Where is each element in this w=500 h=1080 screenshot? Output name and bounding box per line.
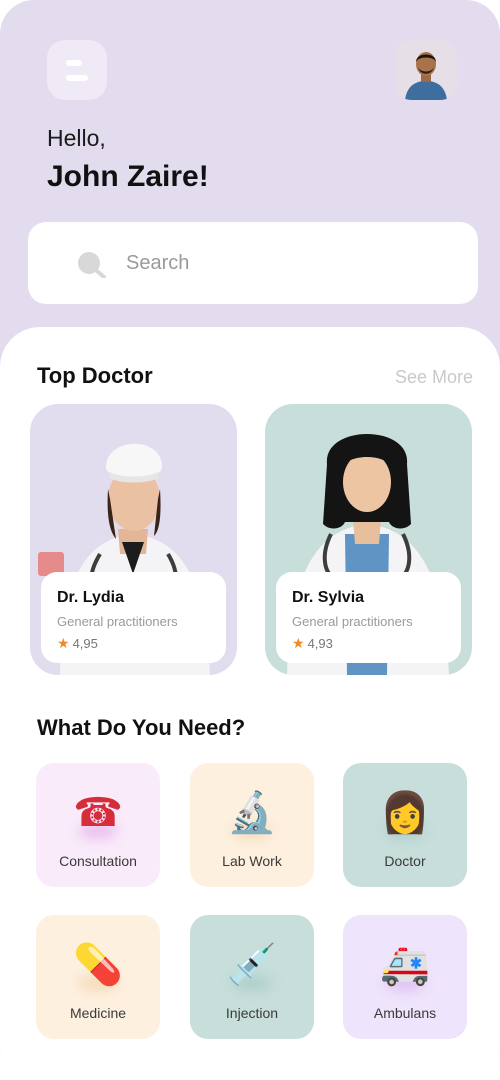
ambulance-icon: 🚑: [380, 942, 430, 988]
service-tile-doctor[interactable]: 👩 Doctor: [343, 763, 467, 887]
service-label: Lab Work: [222, 853, 282, 869]
needs-heading: What Do You Need?: [37, 715, 246, 740]
doctor-card-lydia[interactable]: Dr. Lydia General practitioners ★ 4,95: [30, 404, 237, 675]
star-icon: ★: [57, 635, 70, 651]
menu-icon: [66, 59, 82, 66]
service-tile-lab-work[interactable]: 🔬 Lab Work: [190, 763, 314, 887]
doctor-info-sylvia: Dr. Sylvia General practitioners ★ 4,93: [276, 572, 461, 663]
doctor-rating: ★ 4,95: [57, 635, 210, 652]
service-label: Injection: [225, 1005, 279, 1021]
service-label: Consultation: [59, 853, 137, 869]
microscope-icon: 🔬: [227, 790, 277, 836]
pill-icon: 💊: [73, 942, 123, 988]
doctor-card-sylvia[interactable]: Dr. Sylvia General practitioners ★ 4,93: [265, 404, 472, 675]
profile-avatar[interactable]: [395, 40, 457, 100]
app-screen: Hello, John Zaire! Top Doctor See More: [0, 0, 500, 1080]
see-more-link[interactable]: See More: [395, 367, 473, 388]
service-tile-consultation[interactable]: ☎ Consultation: [36, 763, 160, 887]
service-tile-injection[interactable]: 💉 Injection: [190, 915, 314, 1039]
doctor-role: General practitioners: [292, 614, 413, 629]
doctor-name: Dr. Sylvia: [292, 589, 365, 606]
greeting-text: Hello,: [47, 125, 106, 151]
menu-button[interactable]: [47, 40, 107, 100]
telephone-icon: ☎: [73, 790, 123, 836]
service-label: Medicine: [69, 1005, 127, 1021]
doctor-info-lydia: Dr. Lydia General practitioners ★ 4,95: [41, 572, 226, 663]
doctor-name: Dr. Lydia: [57, 589, 124, 606]
user-name: John Zaire!: [47, 160, 209, 193]
content-sheet: Top Doctor See More Dr. Lydia General pr…: [0, 327, 500, 1080]
doctor-rating: ★ 4,93: [292, 635, 445, 652]
syringe-icon: 💉: [227, 942, 277, 988]
search-input[interactable]: [126, 248, 426, 278]
search-icon: [78, 252, 106, 278]
search-bar[interactable]: [28, 222, 478, 304]
service-tile-medicine[interactable]: 💊 Medicine: [36, 915, 160, 1039]
star-icon: ★: [292, 635, 305, 651]
doctor-role: General practitioners: [57, 614, 178, 629]
service-label: Ambulans: [373, 1005, 437, 1021]
service-tile-ambulans[interactable]: 🚑 Ambulans: [343, 915, 467, 1039]
avatar-photo: [395, 40, 457, 100]
doctor-icon: 👩: [380, 790, 430, 836]
menu-icon-bar: [66, 74, 88, 81]
rating-value: 4,93: [307, 636, 333, 651]
service-label: Doctor: [384, 853, 426, 869]
rating-value: 4,95: [72, 636, 98, 651]
top-doctor-heading: Top Doctor: [37, 363, 153, 388]
